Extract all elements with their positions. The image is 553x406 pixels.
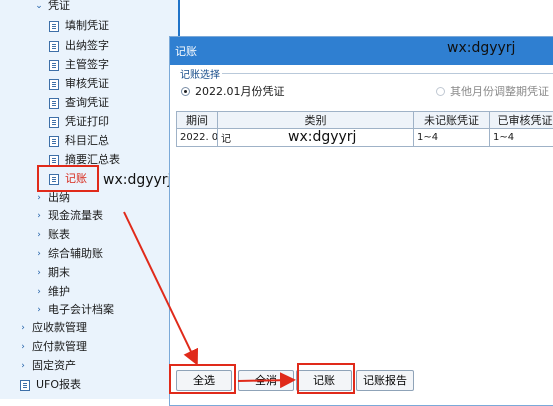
tree-item-label: 查询凭证 (65, 94, 109, 112)
tree-item-label: 填制凭证 (65, 17, 109, 35)
highlight-box-posting-item (37, 165, 99, 192)
chevron-down-icon: ⌄ (34, 0, 44, 15)
selection-group-legend: 记账选择 (178, 66, 222, 81)
radio-label: 其他月份调整期凭证 (450, 83, 549, 99)
radio-unselected-icon (436, 87, 445, 96)
dialog-title: 记账 (175, 43, 197, 59)
tree-item-supervisor-sign[interactable]: 主管签字 (49, 56, 109, 74)
watermark-text: wx:dgyyrj (103, 172, 171, 188)
tree-item-print-voucher[interactable]: 凭证打印 (49, 113, 109, 131)
posting-dialog: 记账 wx:dgyyrj 记账选择 2022.01月份凭证 其他月份调整期凭证 … (169, 36, 553, 406)
tree-module-receivables[interactable]: › 应收款管理 (18, 319, 87, 337)
tree-module-label: UFO报表 (36, 376, 81, 394)
watermark-text: wx:dgyyrj (447, 40, 515, 56)
chevron-right-icon: › (34, 207, 44, 225)
tree-group-maintenance[interactable]: › 维护 (34, 283, 70, 301)
tree-module-label: 应付款管理 (32, 338, 87, 356)
tree-group-label: 维护 (48, 283, 70, 301)
column-header-period[interactable]: 期间 (177, 112, 218, 129)
column-header-audited[interactable]: 已审核凭证 (490, 112, 553, 129)
voucher-period-table: 期间 类别 未记账凭证 已审核凭证 2022. 01 记 1~4 1~4 (176, 111, 553, 147)
radio-current-month[interactable]: 2022.01月份凭证 (181, 83, 285, 99)
tree-group-period-end[interactable]: › 期末 (34, 264, 70, 282)
chevron-right-icon: › (18, 357, 28, 375)
navigation-tree: ⌄ 凭证 填制凭证 出纳签字 主管签字 审核凭证 查询凭证 凭证打印 科目汇总 … (0, 0, 178, 399)
tree-group-label: 期末 (48, 264, 70, 282)
tree-item-label: 出纳签字 (65, 37, 109, 55)
chevron-right-icon: › (34, 245, 44, 263)
chevron-right-icon: › (18, 319, 28, 337)
tree-group-reports[interactable]: › 账表 (34, 226, 70, 244)
radio-other-months[interactable]: 其他月份调整期凭证 (436, 83, 549, 99)
dialog-title-bar[interactable]: 记账 wx:dgyyrj (170, 37, 553, 65)
tree-item-label: 凭证打印 (65, 113, 109, 131)
tree-group-aux-ledger[interactable]: › 综合辅助账 (34, 245, 103, 263)
radio-label: 2022.01月份凭证 (195, 83, 285, 99)
column-header-category[interactable]: 类别 (218, 112, 414, 129)
chevron-right-icon: › (34, 264, 44, 282)
document-icon (49, 60, 59, 71)
tree-item-label: 审核凭证 (65, 75, 109, 93)
highlight-box-post (297, 363, 355, 394)
chevron-right-icon: › (18, 338, 28, 356)
document-icon (49, 21, 59, 32)
tree-item-label: 主管签字 (65, 56, 109, 74)
tree-module-payables[interactable]: › 应付款管理 (18, 338, 87, 356)
table-header-row: 期间 类别 未记账凭证 已审核凭证 (177, 112, 553, 129)
tree-module-label: 固定资产 (32, 357, 76, 375)
tree-group-cash-flow[interactable]: › 现金流量表 (34, 207, 103, 225)
tree-module-fixed-assets[interactable]: › 固定资产 (18, 357, 76, 375)
cell-unposted[interactable]: 1~4 (414, 129, 490, 147)
document-icon (49, 136, 59, 147)
chevron-right-icon: › (34, 226, 44, 244)
deselect-all-button[interactable]: 全消 (238, 370, 294, 391)
cell-period[interactable]: 2022. 01 (177, 129, 218, 147)
tree-node-label: 凭证 (48, 0, 70, 15)
tree-item-cashier-sign[interactable]: 出纳签字 (49, 37, 109, 55)
chevron-right-icon: › (34, 301, 44, 319)
tree-item-account-summary[interactable]: 科目汇总 (49, 132, 109, 150)
document-icon (20, 380, 30, 391)
radio-selected-icon (181, 87, 190, 96)
document-icon (49, 155, 59, 166)
document-icon (49, 117, 59, 128)
document-icon (49, 41, 59, 52)
tree-module-label: 应收款管理 (32, 319, 87, 337)
post-report-button[interactable]: 记账报告 (356, 370, 414, 391)
column-header-unposted[interactable]: 未记账凭证 (414, 112, 490, 129)
chevron-right-icon: › (34, 283, 44, 301)
watermark-text: wx:dgyyrj (288, 129, 356, 145)
document-icon (49, 98, 59, 109)
tree-node-voucher[interactable]: ⌄ 凭证 (34, 0, 70, 15)
tree-item-audit-voucher[interactable]: 审核凭证 (49, 75, 109, 93)
tree-module-ufo-report[interactable]: UFO报表 (20, 376, 81, 394)
tree-item-query-voucher[interactable]: 查询凭证 (49, 94, 109, 112)
tree-item-label: 科目汇总 (65, 132, 109, 150)
cell-audited[interactable]: 1~4 (490, 129, 553, 147)
document-icon (49, 79, 59, 90)
tree-group-label: 账表 (48, 226, 70, 244)
tree-item-fill-voucher[interactable]: 填制凭证 (49, 17, 109, 35)
tree-group-label: 综合辅助账 (48, 245, 103, 263)
tree-group-label: 现金流量表 (48, 207, 103, 225)
tree-group-e-archive[interactable]: › 电子会计档案 (34, 301, 114, 319)
tree-group-label: 电子会计档案 (48, 301, 114, 319)
table-row[interactable]: 2022. 01 记 1~4 1~4 (177, 129, 553, 147)
highlight-box-select-all (169, 364, 236, 394)
